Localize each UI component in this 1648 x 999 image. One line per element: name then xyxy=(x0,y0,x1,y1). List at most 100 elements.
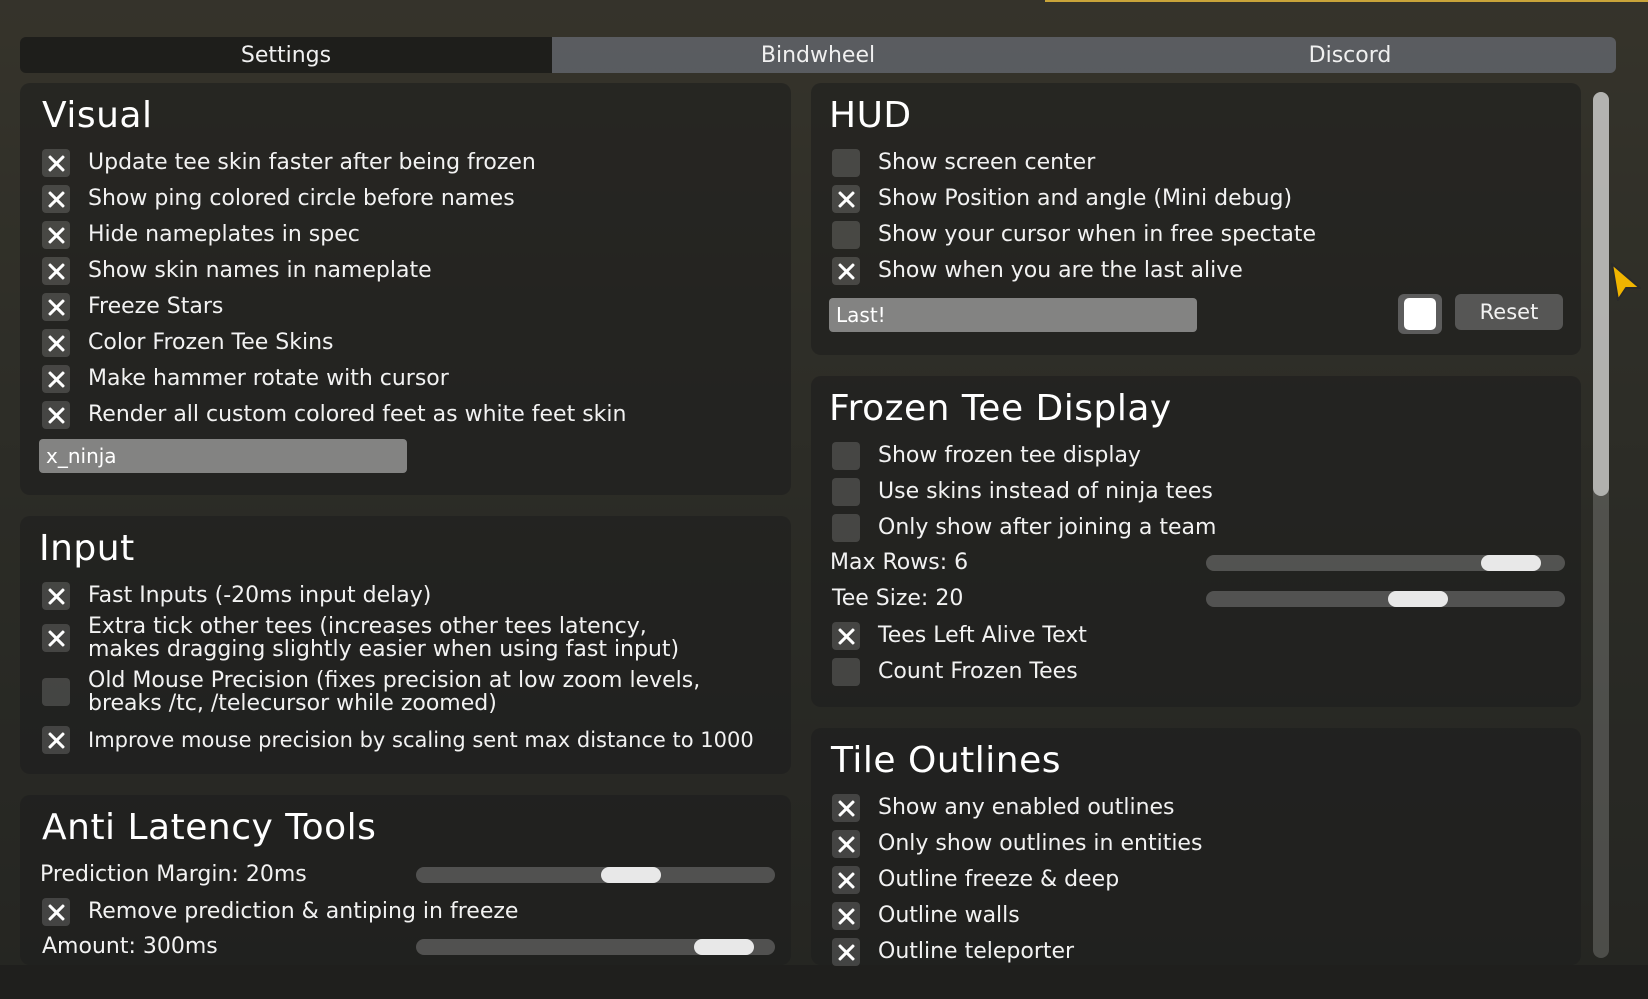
option-label: Only show outlines in entities xyxy=(878,831,1203,856)
option-label: Use skins instead of ninja tees xyxy=(878,479,1213,504)
check-x-icon xyxy=(838,628,854,644)
checkbox[interactable] xyxy=(832,221,860,249)
tile-outline-option[interactable]: Only show outlines in entities xyxy=(832,829,1202,859)
checkbox[interactable] xyxy=(42,726,70,754)
tab-settings[interactable]: Settings xyxy=(20,37,552,73)
visual-option[interactable]: Update tee skin faster after being froze… xyxy=(42,148,536,178)
frozen-tee-panel: Frozen Tee Display Show frozen tee displ… xyxy=(811,376,1581,707)
old-mouse-precision-option[interactable]: Old Mouse Precision (fixes precision at … xyxy=(42,668,700,716)
option-label: Hide nameplates in spec xyxy=(88,222,360,247)
tab-bar: Settings Bindwheel Discord xyxy=(20,37,1616,73)
checkbox[interactable] xyxy=(832,866,860,894)
checkbox[interactable] xyxy=(832,938,860,966)
hud-option[interactable]: Show screen center xyxy=(832,148,1095,178)
scrollbar-thumb[interactable] xyxy=(1593,92,1609,496)
reset-button[interactable]: Reset xyxy=(1455,294,1563,330)
color-swatch xyxy=(1404,298,1436,330)
checkbox[interactable] xyxy=(42,329,70,357)
color-picker-button[interactable] xyxy=(1398,294,1442,334)
option-label: Show Position and angle (Mini debug) xyxy=(878,186,1293,211)
check-x-icon xyxy=(48,191,64,207)
check-x-icon xyxy=(48,630,64,646)
slider-thumb[interactable] xyxy=(694,939,754,955)
option-label: Show ping colored circle before names xyxy=(88,186,515,211)
slider-thumb[interactable] xyxy=(1388,591,1448,607)
option-label: Fast Inputs (-20ms input delay) xyxy=(88,583,432,608)
top-progress-line xyxy=(1045,0,1648,2)
checkbox[interactable] xyxy=(832,442,860,470)
checkbox[interactable] xyxy=(42,582,70,610)
count-frozen-tees-option[interactable]: Count Frozen Tees xyxy=(832,657,1078,687)
option-label: Outline walls xyxy=(878,903,1020,928)
visual-option[interactable]: Freeze Stars xyxy=(42,292,223,322)
slider-thumb[interactable] xyxy=(601,867,661,883)
check-x-icon xyxy=(48,227,64,243)
visual-option[interactable]: Show skin names in nameplate xyxy=(42,256,432,286)
checkbox[interactable] xyxy=(832,658,860,686)
frozen-tee-option[interactable]: Show frozen tee display xyxy=(832,441,1141,471)
tile-outline-option[interactable]: Show any enabled outlines xyxy=(832,793,1175,823)
checkbox[interactable] xyxy=(42,365,70,393)
hud-option[interactable]: Show Position and angle (Mini debug) xyxy=(832,184,1292,214)
prediction-margin-label: Prediction Margin: 20ms xyxy=(40,862,307,887)
checkbox[interactable] xyxy=(42,401,70,429)
option-label: Remove prediction & antiping in freeze xyxy=(88,899,519,924)
tees-left-alive-option[interactable]: Tees Left Alive Text xyxy=(832,621,1087,651)
prediction-margin-slider[interactable] xyxy=(416,867,775,883)
checkbox[interactable] xyxy=(42,221,70,249)
extra-tick-option[interactable]: Extra tick other tees (increases other t… xyxy=(42,614,679,662)
checkbox[interactable] xyxy=(832,514,860,542)
tab-discord[interactable]: Discord xyxy=(1084,37,1616,73)
visual-option[interactable]: Color Frozen Tee Skins xyxy=(42,328,334,358)
checkbox[interactable] xyxy=(832,902,860,930)
check-x-icon xyxy=(838,263,854,279)
checkbox[interactable] xyxy=(42,149,70,177)
option-label: Color Frozen Tee Skins xyxy=(88,330,334,355)
checkbox[interactable] xyxy=(832,830,860,858)
visual-option[interactable]: Render all custom colored feet as white … xyxy=(42,400,626,430)
checkbox[interactable] xyxy=(832,478,860,506)
frozen-tee-option[interactable]: Only show after joining a team xyxy=(832,513,1216,543)
option-label: Tees Left Alive Text xyxy=(878,623,1087,648)
checkbox[interactable] xyxy=(42,293,70,321)
input-title: Input xyxy=(39,528,135,569)
option-label: Show your cursor when in free spectate xyxy=(878,222,1317,247)
checkbox[interactable] xyxy=(42,678,70,706)
visual-option[interactable]: Hide nameplates in spec xyxy=(42,220,360,250)
check-x-icon xyxy=(48,155,64,171)
option-label: Count Frozen Tees xyxy=(878,659,1078,684)
tile-outline-option[interactable]: Outline freeze & deep xyxy=(832,865,1119,895)
visual-title: Visual xyxy=(42,95,153,136)
checkbox[interactable] xyxy=(832,185,860,213)
visual-option[interactable]: Show ping colored circle before names xyxy=(42,184,515,214)
tile-outlines-panel: Tile Outlines Show any enabled outlines … xyxy=(811,728,1581,967)
improve-mouse-option[interactable]: Improve mouse precision by scaling sent … xyxy=(42,725,754,755)
check-x-icon xyxy=(838,944,854,960)
checkbox[interactable] xyxy=(832,794,860,822)
checkbox[interactable] xyxy=(832,149,860,177)
settings-scrollbar[interactable] xyxy=(1593,92,1609,958)
last-alive-text-input[interactable]: Last! xyxy=(829,298,1197,332)
tee-size-slider[interactable] xyxy=(1206,591,1565,607)
checkbox[interactable] xyxy=(42,257,70,285)
tab-bindwheel[interactable]: Bindwheel xyxy=(552,37,1084,73)
tile-outline-option[interactable]: Outline walls xyxy=(832,901,1020,931)
checkbox[interactable] xyxy=(42,898,70,926)
amount-slider[interactable] xyxy=(416,939,775,955)
remove-prediction-option[interactable]: Remove prediction & antiping in freeze xyxy=(42,897,518,927)
frozen-tee-option[interactable]: Use skins instead of ninja tees xyxy=(832,477,1213,507)
option-label: Freeze Stars xyxy=(88,294,224,319)
checkbox[interactable] xyxy=(832,622,860,650)
max-rows-slider[interactable] xyxy=(1206,555,1565,571)
hud-option[interactable]: Show your cursor when in free spectate xyxy=(832,220,1316,250)
checkbox[interactable] xyxy=(832,257,860,285)
checkbox[interactable] xyxy=(42,624,70,652)
tile-outline-option[interactable]: Outline teleporter xyxy=(832,937,1074,967)
check-x-icon xyxy=(48,588,64,604)
slider-thumb[interactable] xyxy=(1481,555,1541,571)
visual-option[interactable]: Make hammer rotate with cursor xyxy=(42,364,449,394)
hud-option[interactable]: Show when you are the last alive xyxy=(832,256,1243,286)
fast-inputs-option[interactable]: Fast Inputs (-20ms input delay) xyxy=(42,581,431,611)
skin-input[interactable]: x_ninja xyxy=(39,439,407,473)
checkbox[interactable] xyxy=(42,185,70,213)
